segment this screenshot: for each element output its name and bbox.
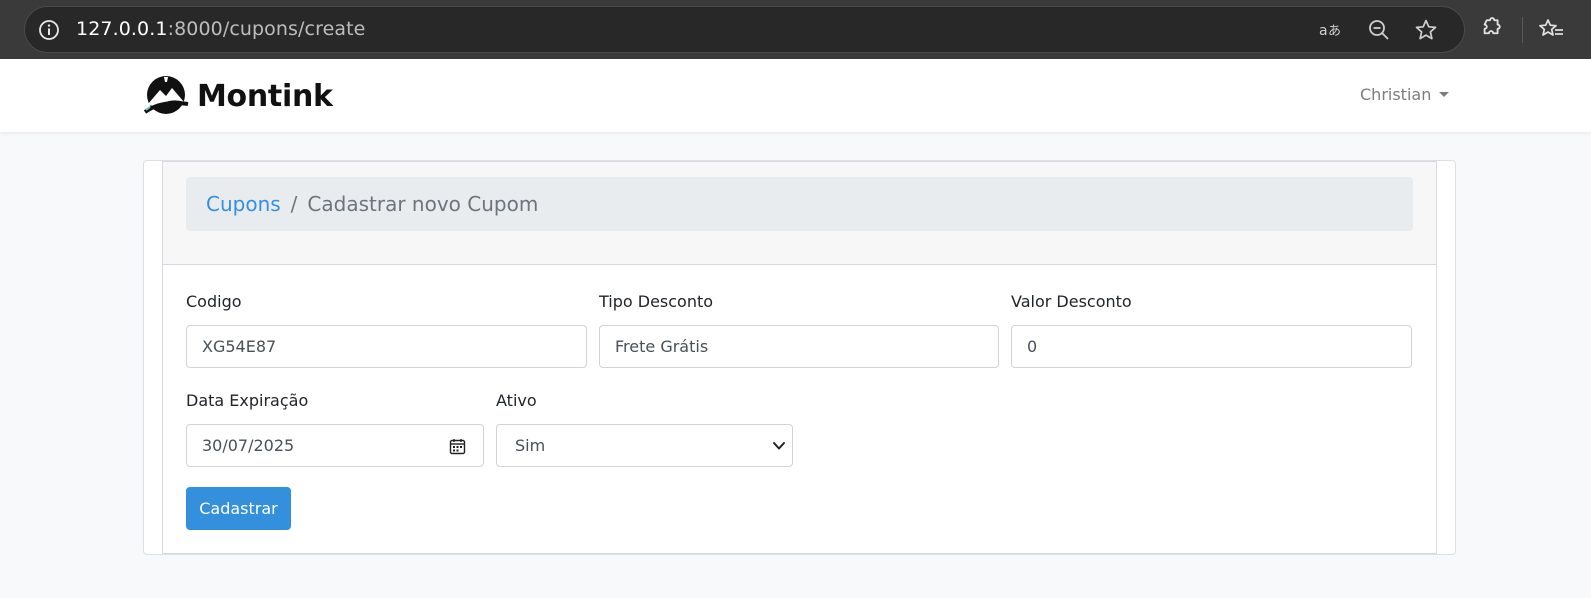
ativo-label: Ativo [496,391,537,410]
translate-icon[interactable]: a あ [1318,18,1342,42]
bookmark-star-icon[interactable] [1414,18,1438,42]
site-info-icon[interactable] [37,18,61,42]
ativo-value: Sim [515,436,546,455]
tipo-desconto-value: Frete Grátis [615,337,709,356]
app-navbar: Montink Christian [0,59,1591,132]
breadcrumb-current: Cadastrar novo Cupom [307,192,539,216]
breadcrumb-separator: / [290,192,298,216]
brand-link[interactable]: Montink [142,74,333,118]
url-path: :8000/cupons/create [167,18,366,40]
data-expiracao-input[interactable]: 30/07/2025 [186,424,484,467]
breadcrumb-link-cupons[interactable]: Cupons [206,192,281,216]
codigo-label: Codigo [186,292,242,311]
breadcrumb: Cupons / Cadastrar novo Cupom [186,177,1413,231]
user-name: Christian [1360,85,1432,104]
codigo-input[interactable]: XG54E87 [186,325,587,368]
url-host: 127.0.0.1 [76,18,168,40]
svg-text:あ: あ [1328,24,1341,39]
cadastrar-button[interactable]: Cadastrar [186,487,291,530]
brand-name: Montink [197,78,333,114]
data-expiracao-label: Data Expiração [186,391,309,410]
toolbar-separator [1522,17,1523,43]
svg-text:a: a [1319,23,1328,39]
calendar-icon[interactable] [449,438,466,455]
address-bar[interactable]: 127.0.0.1:8000/cupons/create a あ [24,6,1465,53]
codigo-value: XG54E87 [202,337,277,356]
ativo-select[interactable]: Sim [496,424,793,467]
valor-desconto-value: 0 [1027,337,1038,356]
montink-logo-icon [143,76,189,114]
user-dropdown-toggle[interactable]: Christian [1360,85,1450,104]
data-expiracao-value: 30/07/2025 [202,436,295,455]
chevron-down-icon [773,442,785,450]
reading-list-icon[interactable] [1538,17,1564,43]
card-header: Cupons / Cadastrar novo Cupom [163,162,1436,265]
valor-desconto-input[interactable]: 0 [1011,325,1412,368]
extensions-icon[interactable] [1477,17,1503,43]
url-text[interactable]: 127.0.0.1:8000/cupons/create [76,18,365,40]
tipo-desconto-input[interactable]: Frete Grátis [599,325,999,368]
zoom-out-icon[interactable] [1367,18,1391,42]
valor-desconto-label: Valor Desconto [1011,292,1132,311]
tipo-desconto-label: Tipo Desconto [599,292,714,311]
browser-toolbar: 127.0.0.1:8000/cupons/create a あ [0,0,1591,59]
caret-down-icon [1439,92,1450,97]
